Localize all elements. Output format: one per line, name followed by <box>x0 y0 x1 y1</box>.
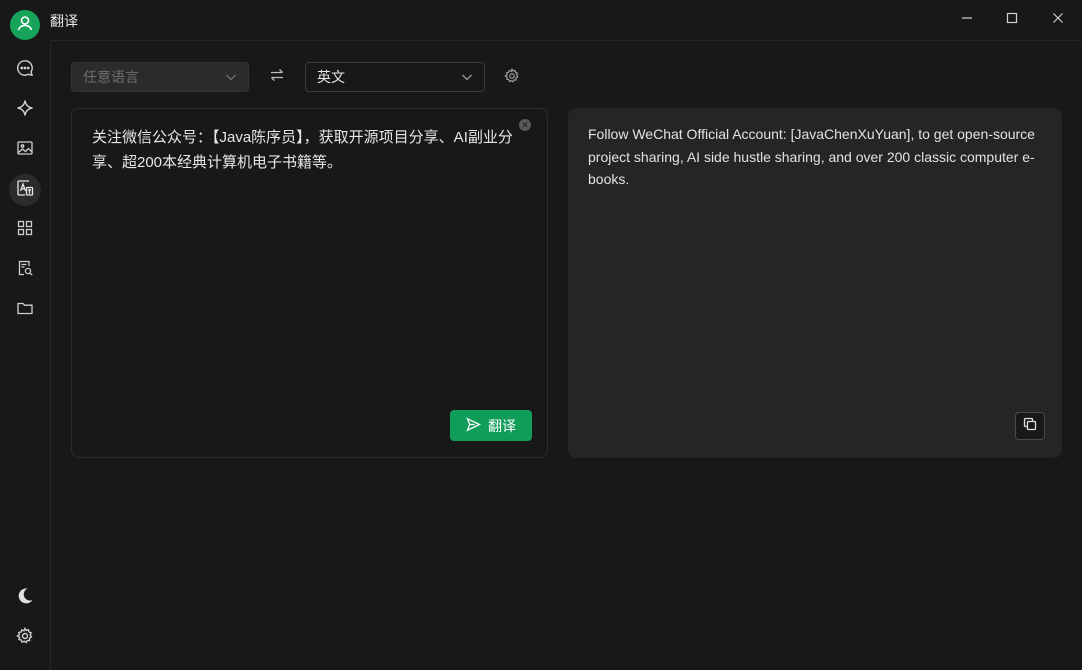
user-avatar[interactable] <box>10 10 40 40</box>
sidebar-item-files[interactable] <box>9 294 41 326</box>
source-language-select[interactable]: 任意语言 <box>71 62 249 92</box>
title-bar: 翻译 <box>0 0 1082 40</box>
gear-icon <box>504 67 520 89</box>
target-language-select[interactable]: 英文 <box>305 62 485 92</box>
sidebar-item-doc-search[interactable] <box>9 254 41 286</box>
document-search-icon <box>16 259 34 282</box>
maximize-button[interactable] <box>999 8 1025 32</box>
source-text-panel[interactable]: 关注微信公众号：【Java陈序员】，获取开源项目分享、AI副业分享、超200本经… <box>71 108 548 458</box>
send-icon <box>466 417 482 435</box>
grid-icon <box>16 219 34 242</box>
sidebar-item-sparkle[interactable] <box>9 94 41 126</box>
sidebar-item-translate[interactable] <box>9 174 41 206</box>
user-icon <box>16 14 34 37</box>
sidebar-item-chat[interactable] <box>9 54 41 86</box>
source-language-placeholder: 任意语言 <box>83 69 139 85</box>
source-text-input[interactable]: 关注微信公众号：【Java陈序员】，获取开源项目分享、AI副业分享、超200本经… <box>92 125 524 175</box>
close-icon <box>1052 11 1064 29</box>
chevron-down-icon <box>460 70 474 87</box>
minimize-icon <box>961 11 973 29</box>
chevron-down-icon <box>224 70 238 87</box>
translate-icon <box>16 179 34 202</box>
translate-button[interactable]: 翻译 <box>450 410 532 441</box>
maximize-icon <box>1006 11 1018 29</box>
close-button[interactable] <box>1045 8 1071 32</box>
translation-output-panel: Follow WeChat Official Account: [JavaChe… <box>568 108 1062 458</box>
translate-settings-button[interactable] <box>502 67 522 89</box>
chat-bubble-icon <box>16 59 34 82</box>
folder-icon <box>16 299 34 322</box>
translate-button-label: 翻译 <box>488 417 516 434</box>
app-title: 翻译 <box>50 13 78 29</box>
main-content: 任意语言 英文 关注微信公众号：【Java陈序员】，获取开源项目分享、AI副业分… <box>51 40 1082 670</box>
swap-icon <box>269 68 285 87</box>
clear-text-button[interactable]: ✕ <box>519 119 531 131</box>
target-language-value: 英文 <box>317 69 345 85</box>
close-icon: ✕ <box>521 120 529 130</box>
theme-toggle[interactable] <box>9 582 41 614</box>
swap-languages-button[interactable] <box>266 67 288 87</box>
gear-icon <box>16 626 34 650</box>
copy-button[interactable] <box>1015 412 1045 440</box>
sparkle-icon <box>16 99 34 122</box>
copy-icon <box>1023 417 1037 436</box>
moon-icon <box>15 586 35 611</box>
sidebar <box>0 40 51 670</box>
sidebar-settings[interactable] <box>9 622 41 654</box>
sidebar-item-apps[interactable] <box>9 214 41 246</box>
image-icon <box>16 139 34 162</box>
minimize-button[interactable] <box>954 8 980 32</box>
sidebar-item-image[interactable] <box>9 134 41 166</box>
translation-output-text: Follow WeChat Official Account: [JavaChe… <box>588 126 1035 187</box>
